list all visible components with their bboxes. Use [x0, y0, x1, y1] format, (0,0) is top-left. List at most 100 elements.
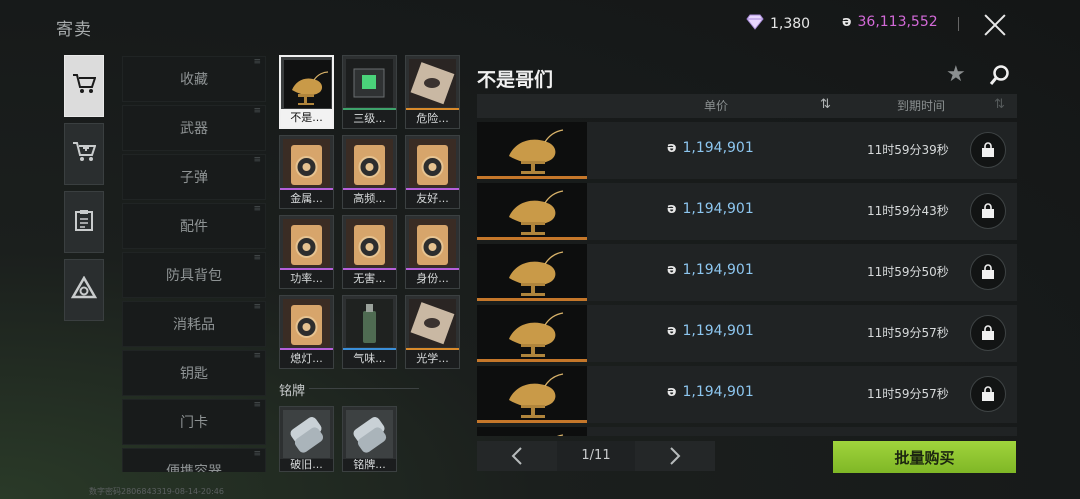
chevron-left-icon: [511, 447, 522, 465]
price-value: 1,194,901: [682, 201, 754, 217]
listing-row[interactable]: [477, 427, 1017, 436]
item-tile[interactable]: 友好...: [405, 135, 460, 209]
search-icon[interactable]: [989, 64, 1011, 86]
column-price: 单价: [704, 99, 729, 113]
item-label: 光学...: [406, 350, 459, 368]
next-page-button[interactable]: [635, 441, 715, 471]
listing-price: ǝ 1,194,901: [667, 262, 754, 278]
coin-balance: ǝ 36,113,552: [842, 14, 938, 30]
item-label: 高频...: [343, 190, 396, 208]
coin-icon: ǝ: [667, 384, 677, 400]
item-label: 金属...: [280, 190, 333, 208]
prev-page-button[interactable]: [477, 441, 557, 471]
category-item[interactable]: 消耗品: [122, 301, 266, 347]
item-label: 危险...: [406, 110, 459, 128]
category-list: 收藏武器子弹配件防具背包消耗品钥匙门卡便携容器: [122, 56, 266, 472]
cart-icon: [72, 73, 97, 100]
tag-tile[interactable]: 破旧...: [279, 406, 334, 472]
item-image: [284, 60, 331, 108]
item-image: [346, 219, 393, 267]
listing-row[interactable]: ǝ 1,194,901 11时59分43秒: [477, 183, 1017, 240]
rail-records-button[interactable]: [64, 191, 104, 253]
listing-thumbnail: [477, 305, 587, 362]
buy-button[interactable]: [970, 254, 1006, 290]
section-label-tags: 铭牌: [279, 384, 306, 399]
buy-button[interactable]: [970, 132, 1006, 168]
triangle-logo-icon: [70, 275, 98, 305]
item-label: 破旧...: [280, 459, 333, 471]
bulk-buy-button[interactable]: 批量购买: [833, 441, 1016, 473]
listing-expiry: 11时59分39秒: [867, 143, 949, 157]
item-label: 三级...: [343, 110, 396, 128]
item-tile[interactable]: 三级...: [342, 55, 397, 129]
coin-icon: ǝ: [667, 323, 677, 339]
watermark: 数字密码2806843319-08-14-20:46: [89, 487, 224, 496]
listing-expiry: 11时59分50秒: [867, 265, 949, 279]
item-image: [346, 299, 393, 347]
item-tile[interactable]: 功率...: [279, 215, 334, 289]
item-tile[interactable]: 熄灯...: [279, 295, 334, 369]
listing-expiry: 11时59分43秒: [867, 204, 949, 218]
listing-thumbnail: [477, 244, 587, 301]
listing-price: ǝ 1,194,901: [667, 384, 754, 400]
item-tile[interactable]: 高频...: [342, 135, 397, 209]
header-divider: [958, 17, 959, 31]
category-item[interactable]: 钥匙: [122, 350, 266, 396]
column-expiry: 到期时间: [897, 99, 946, 113]
coin-icon: ǝ: [842, 14, 852, 30]
item-tile[interactable]: 身份...: [405, 215, 460, 289]
shopping-bag-icon: [982, 325, 994, 340]
listing-rows: ǝ 1,194,901 11时59分39秒 ǝ 1,194,901 11时59分43秒 ǝ 1…: [477, 122, 1017, 436]
diamond-icon: [746, 14, 764, 34]
buy-button[interactable]: [970, 193, 1006, 229]
close-button[interactable]: [980, 10, 1010, 40]
tags-grid: 破旧... 铭牌...: [279, 406, 461, 476]
category-item[interactable]: 便携容器: [122, 448, 266, 472]
item-image: [346, 59, 393, 107]
shopping-bag-icon: [982, 386, 994, 401]
listing-row[interactable]: ǝ 1,194,901 11时59分57秒: [477, 366, 1017, 423]
dog-tag-image: [283, 410, 330, 458]
buy-button[interactable]: [970, 376, 1006, 412]
item-image: [409, 299, 456, 347]
item-tile[interactable]: 不是...: [279, 55, 334, 129]
item-tile[interactable]: 危险...: [405, 55, 460, 129]
item-tile[interactable]: 气味...: [342, 295, 397, 369]
item-image: [283, 139, 330, 187]
category-item[interactable]: 武器: [122, 105, 266, 151]
rail-special-button[interactable]: [64, 259, 104, 321]
sort-price-icon[interactable]: ⇅: [820, 97, 831, 112]
category-item[interactable]: 子弹: [122, 154, 266, 200]
item-label: 功率...: [280, 270, 333, 288]
favorite-star-icon[interactable]: ★: [946, 62, 966, 87]
item-label: 身份...: [406, 270, 459, 288]
category-item[interactable]: 收藏: [122, 56, 266, 102]
rail-sell-button[interactable]: [64, 123, 104, 185]
item-label: 无害...: [343, 270, 396, 288]
item-tile[interactable]: 无害...: [342, 215, 397, 289]
item-label: 熄灯...: [280, 350, 333, 368]
listing-expiry: 11时59分57秒: [867, 387, 949, 401]
sort-expiry-icon[interactable]: ⇅: [994, 97, 1005, 112]
listing-expiry: 11时59分57秒: [867, 326, 949, 340]
item-tile[interactable]: 光学...: [405, 295, 460, 369]
coin-count: 36,113,552: [857, 14, 938, 30]
listing-thumbnail: [477, 122, 587, 179]
chevron-right-icon: [670, 447, 681, 465]
listing-row[interactable]: ǝ 1,194,901 11时59分57秒: [477, 305, 1017, 362]
price-value: 1,194,901: [682, 323, 754, 339]
category-item[interactable]: 配件: [122, 203, 266, 249]
item-tile[interactable]: 金属...: [279, 135, 334, 209]
buy-button[interactable]: [970, 315, 1006, 351]
item-label: 不是...: [281, 109, 332, 127]
category-item[interactable]: 防具背包: [122, 252, 266, 298]
item-label: 气味...: [343, 350, 396, 368]
listing-row[interactable]: ǝ 1,194,901 11时59分50秒: [477, 244, 1017, 301]
category-item[interactable]: 门卡: [122, 399, 266, 445]
rail-market-button[interactable]: [64, 55, 104, 117]
diamond-count: 1,380: [770, 16, 811, 32]
shopping-bag-icon: [982, 203, 994, 218]
coin-icon: ǝ: [667, 140, 677, 156]
tag-tile[interactable]: 铭牌...: [342, 406, 397, 472]
listing-row[interactable]: ǝ 1,194,901 11时59分39秒: [477, 122, 1017, 179]
